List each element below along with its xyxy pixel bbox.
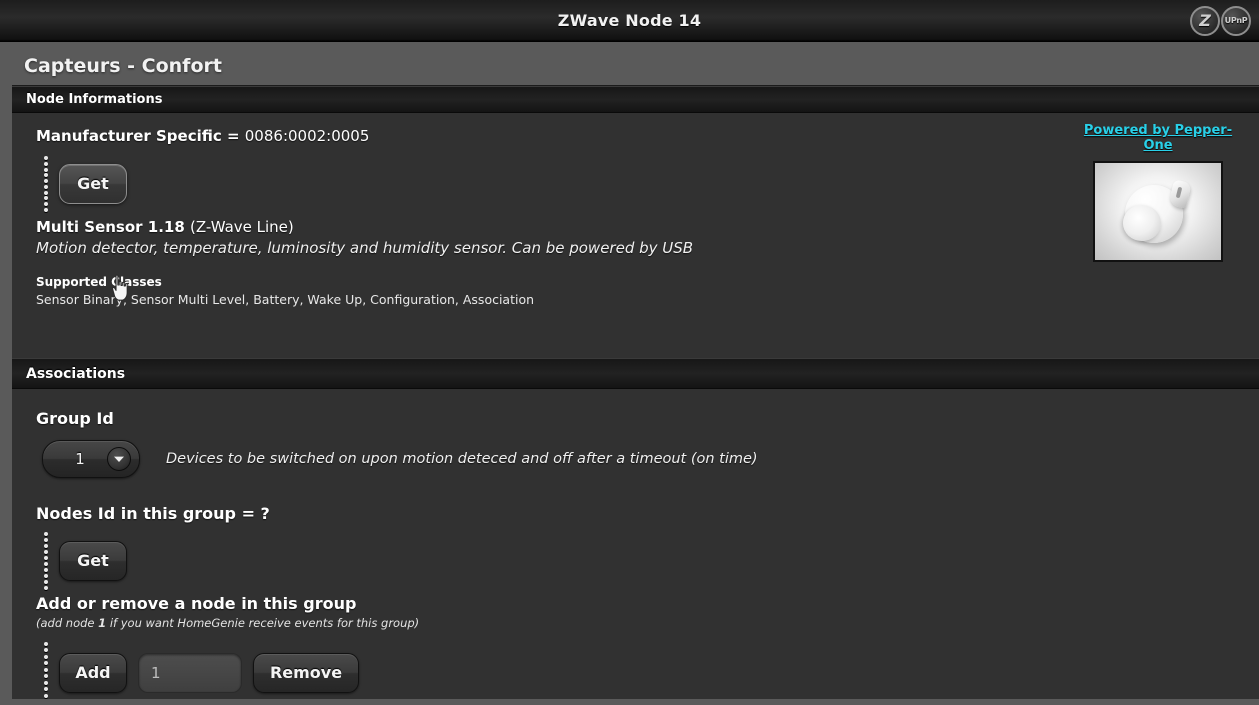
nodes-get-row: Get bbox=[40, 530, 1245, 592]
manufacturer-get-button[interactable]: Get bbox=[59, 164, 127, 204]
add-remove-row: Add Remove bbox=[40, 640, 1245, 699]
content-panel: Node Informations Powered by Pepper-One … bbox=[12, 85, 1259, 699]
nodes-id-label: Nodes Id in this group = ? bbox=[36, 504, 270, 523]
product-image bbox=[1093, 161, 1223, 262]
section-body-associations: Group Id 1 Devices to be switched on upo… bbox=[12, 389, 1259, 699]
section-body-node-informations: Powered by Pepper-One Manufacturer Speci… bbox=[12, 113, 1259, 358]
manufacturer-get-row: Get bbox=[40, 154, 1245, 214]
add-remove-hint-node: 1 bbox=[98, 616, 107, 630]
drag-handle-icon[interactable] bbox=[40, 154, 51, 214]
manufacturer-specific-value: 0086:0002:0005 bbox=[244, 127, 370, 145]
section-header-associations[interactable]: Associations bbox=[12, 358, 1259, 389]
manufacturer-specific-row: Manufacturer Specific = 0086:0002:0005 bbox=[26, 113, 1245, 145]
add-remove-hint-pre: (add node bbox=[36, 616, 99, 630]
pepper-one-block: Powered by Pepper-One bbox=[1073, 123, 1243, 262]
add-remove-label: Add or remove a node in this group bbox=[36, 594, 357, 613]
sensor-dome-shape bbox=[1123, 205, 1161, 241]
device-line: (Z-Wave Line) bbox=[190, 218, 294, 236]
window-title-bar: ZWave Node 14 Z UPnP bbox=[0, 0, 1259, 42]
add-remove-hint: (add node 1 if you want HomeGenie receiv… bbox=[26, 613, 1245, 630]
page-title: Capteurs - Confort bbox=[12, 42, 1259, 85]
supported-classes-value: Sensor Binary, Sensor Multi Level, Batte… bbox=[36, 292, 535, 307]
manufacturer-specific-label: Manufacturer Specific = bbox=[36, 127, 245, 145]
upnp-logo-label: UPnP bbox=[1224, 16, 1248, 25]
nodes-get-button[interactable]: Get bbox=[59, 541, 127, 581]
remove-node-button[interactable]: Remove bbox=[253, 653, 359, 693]
section-title-associations: Associations bbox=[26, 365, 126, 382]
drag-handle-icon[interactable] bbox=[40, 530, 51, 592]
add-remove-hint-post: if you want HomeGenie receive events for… bbox=[106, 616, 420, 630]
section-header-node-informations[interactable]: Node Informations bbox=[12, 86, 1259, 113]
node-id-input[interactable] bbox=[138, 653, 242, 693]
chevron-down-icon[interactable] bbox=[107, 447, 131, 471]
pepper-one-link[interactable]: Powered by Pepper-One bbox=[1073, 123, 1243, 153]
group-id-selected-value: 1 bbox=[75, 450, 85, 468]
device-description: Motion detector, temperature, luminosity… bbox=[36, 239, 694, 257]
page-body: Capteurs - Confort Node Informations Pow… bbox=[0, 42, 1259, 705]
add-node-button[interactable]: Add bbox=[59, 653, 127, 693]
window-title: ZWave Node 14 bbox=[557, 11, 702, 30]
group-id-label: Group Id bbox=[36, 409, 114, 428]
zwave-logo-label: Z bbox=[1199, 11, 1211, 30]
device-name-row: Multi Sensor 1.18 (Z-Wave Line) bbox=[26, 214, 1245, 236]
group-id-row: 1 Devices to be switched on upon motion … bbox=[42, 440, 1245, 478]
upnp-logo-icon[interactable]: UPnP bbox=[1221, 5, 1251, 36]
section-title-node-informations: Node Informations bbox=[26, 92, 163, 107]
group-id-select[interactable]: 1 bbox=[42, 440, 140, 478]
titlebar-badges: Z UPnP bbox=[1190, 5, 1251, 36]
device-name: Multi Sensor 1.18 bbox=[36, 218, 185, 236]
zwave-logo-icon[interactable]: Z bbox=[1190, 5, 1220, 36]
drag-handle-icon[interactable] bbox=[40, 640, 51, 699]
supported-classes-label: Supported Classes bbox=[36, 275, 162, 289]
group-id-description: Devices to be switched on upon motion de… bbox=[166, 451, 758, 467]
